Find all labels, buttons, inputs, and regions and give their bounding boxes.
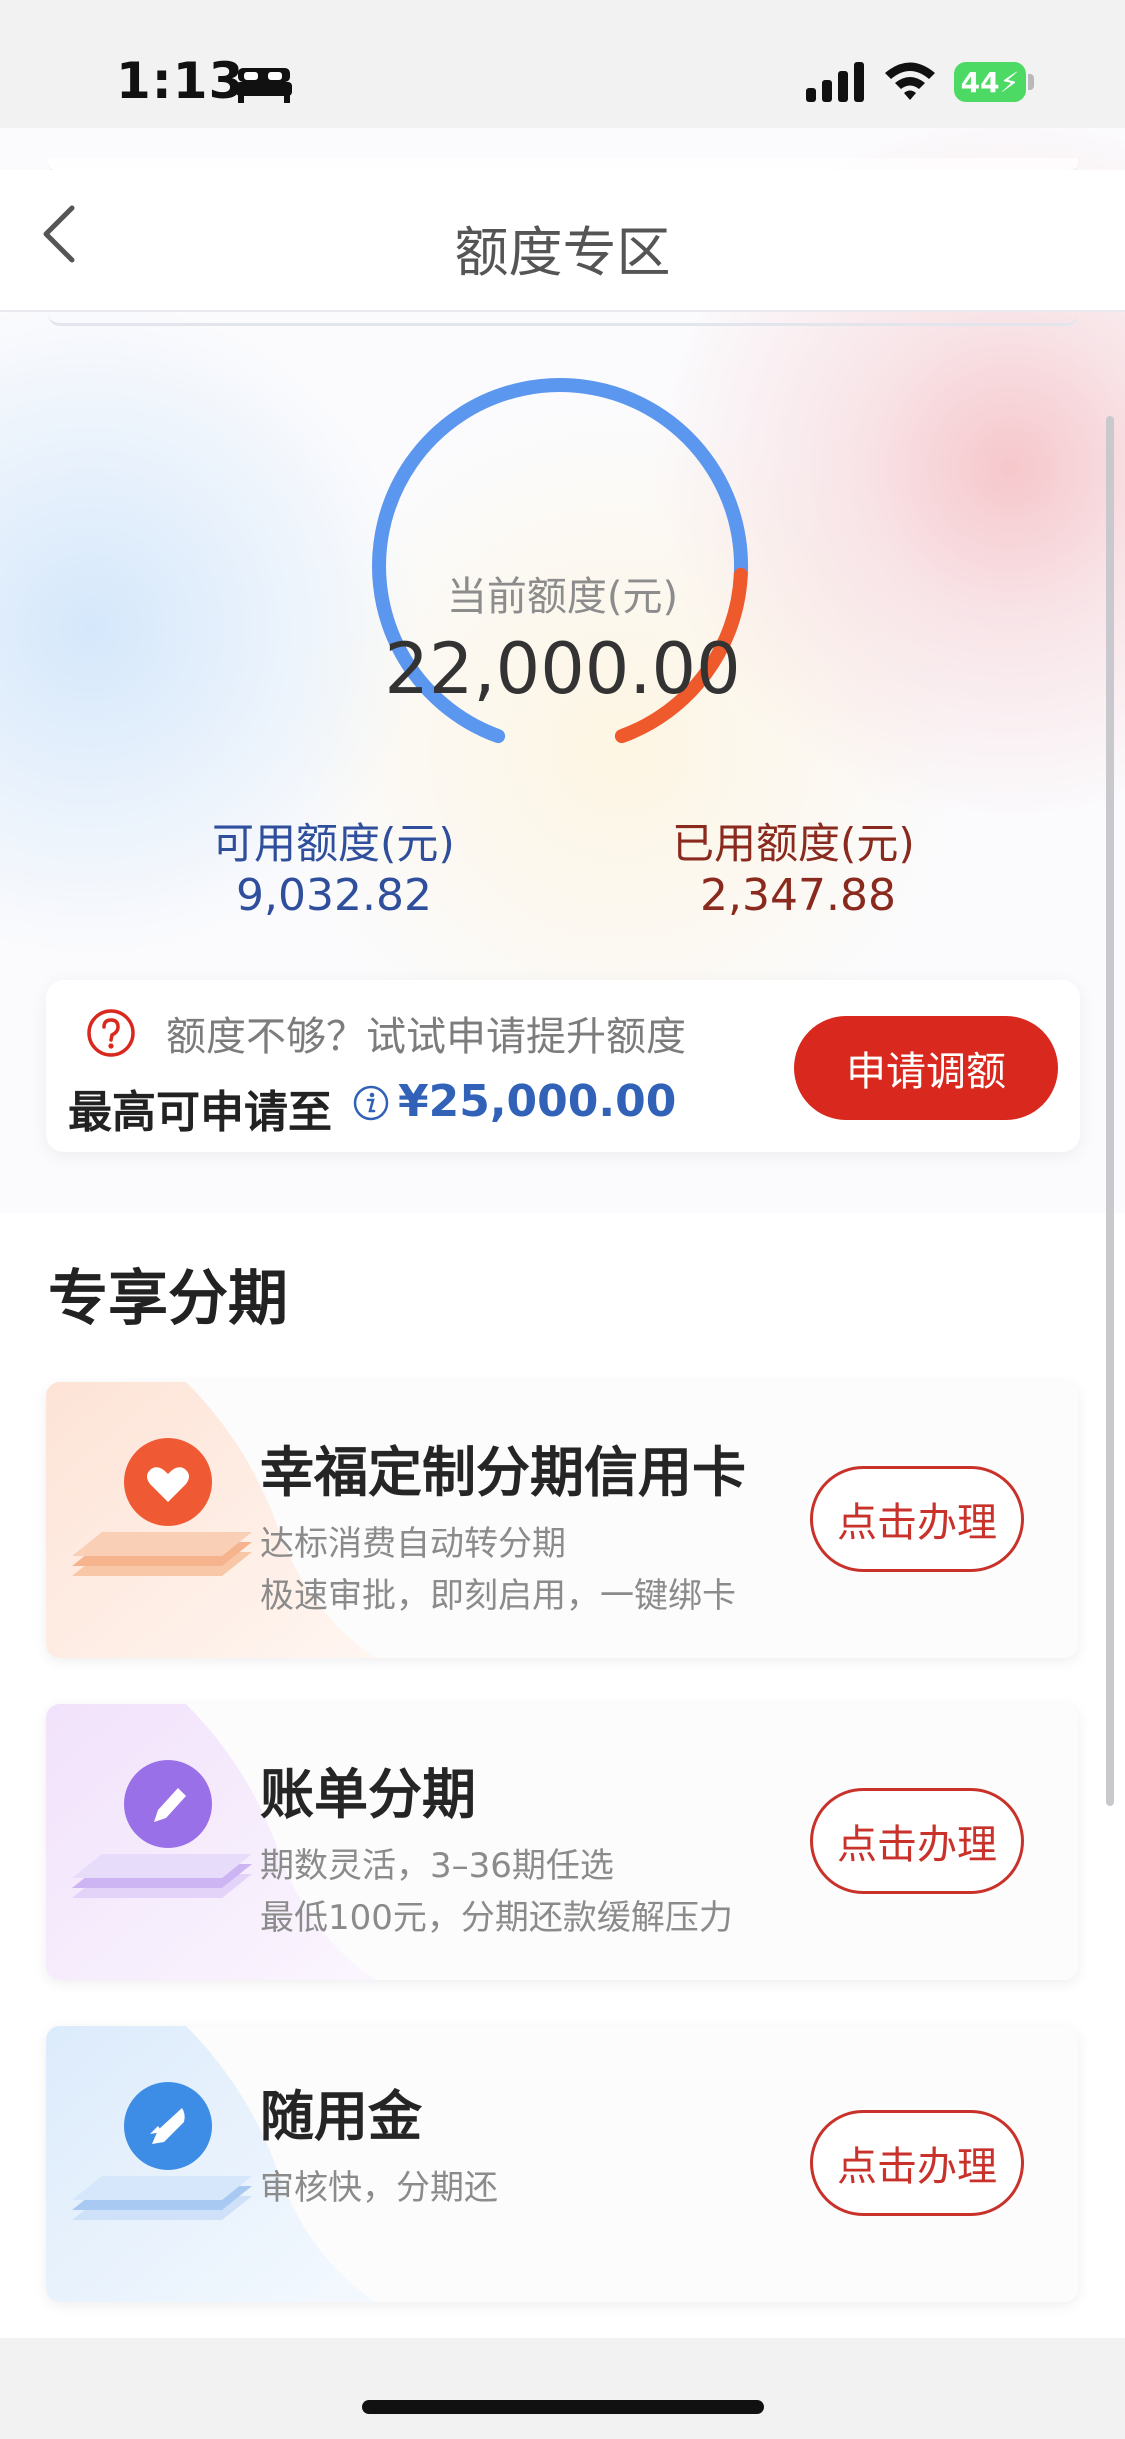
- nav-bar: 额度专区: [0, 170, 1125, 312]
- product-card-cash-loan[interactable]: 随用金 审核快，分期还 点击办理: [46, 2026, 1078, 2302]
- page-title: 额度专区: [454, 221, 671, 284]
- status-bar: 1:13 44 ⚡: [0, 0, 1125, 128]
- product-title: 账单分期: [260, 1763, 476, 1826]
- charging-icon: ⚡: [999, 65, 1020, 99]
- apply-button[interactable]: 点击办理: [810, 1788, 1024, 1894]
- battery-level: 44: [960, 65, 1000, 99]
- battery-indicator: 44 ⚡: [954, 62, 1026, 102]
- current-quota-value: 22,000.00: [384, 628, 741, 710]
- rocket-icon: [72, 2082, 252, 2220]
- home-area: [0, 2338, 1125, 2439]
- product-card-bill-installment[interactable]: 账单分期 期数灵活，3–36期任选 最低100元，分期还款缓解压力 点击办理: [46, 1704, 1078, 1980]
- info-icon[interactable]: [352, 1084, 390, 1122]
- home-indicator[interactable]: [362, 2400, 764, 2414]
- background-layer-edge: [48, 312, 1078, 326]
- apply-button[interactable]: 点击办理: [810, 2110, 1024, 2216]
- product-title: 幸福定制分期信用卡: [260, 1441, 746, 1504]
- product-desc-line: 极速审批，即刻启用，一键绑卡: [260, 1576, 736, 1616]
- available-quota-label: 可用额度(元): [212, 819, 455, 868]
- product-desc-line: 最低100元，分期还款缓解压力: [260, 1898, 733, 1938]
- page: 额度专区 当前额度(元) 22,000.00 可用额度(元) 9,032.82 …: [0, 128, 1125, 2338]
- used-quota-label: 已用额度(元): [672, 819, 915, 868]
- quota-hint-text: 额度不够？试试申请提升额度: [166, 1014, 686, 1060]
- product-desc-line: 审核快，分期还: [260, 2168, 498, 2208]
- scrollbar[interactable]: [1106, 416, 1114, 1806]
- apply-button[interactable]: 点击办理: [810, 1466, 1024, 1572]
- used-quota-value: 2,347.88: [700, 870, 896, 921]
- wifi-icon: [885, 62, 935, 100]
- max-quota-value: ¥25,000.00: [398, 1076, 677, 1127]
- current-quota-label: 当前额度(元): [446, 574, 679, 620]
- bed-icon: [236, 68, 292, 103]
- available-quota-value: 9,032.82: [236, 870, 432, 921]
- product-desc-line: 达标消费自动转分期: [260, 1524, 566, 1564]
- status-time: 1:13: [116, 52, 245, 110]
- quota-increase-card: 额度不够？试试申请提升额度 最高可申请至 ¥25,000.00 申请调额: [46, 980, 1080, 1152]
- max-quota-label: 最高可申请至: [68, 1087, 332, 1138]
- battery-tip: [1028, 74, 1034, 90]
- apply-adjust-button[interactable]: 申请调额: [794, 1016, 1058, 1120]
- signal-icon: [806, 62, 864, 102]
- section-title: 专享分期: [48, 1264, 288, 1334]
- question-icon[interactable]: [86, 1008, 136, 1058]
- product-title: 随用金: [260, 2085, 422, 2148]
- product-desc-line: 期数灵活，3–36期任选: [260, 1846, 614, 1886]
- pencil-icon: [72, 1760, 252, 1898]
- product-card-installment-card[interactable]: 幸福定制分期信用卡 达标消费自动转分期 极速审批，即刻启用，一键绑卡 点击办理: [46, 1382, 1078, 1658]
- heart-icon: [72, 1438, 252, 1576]
